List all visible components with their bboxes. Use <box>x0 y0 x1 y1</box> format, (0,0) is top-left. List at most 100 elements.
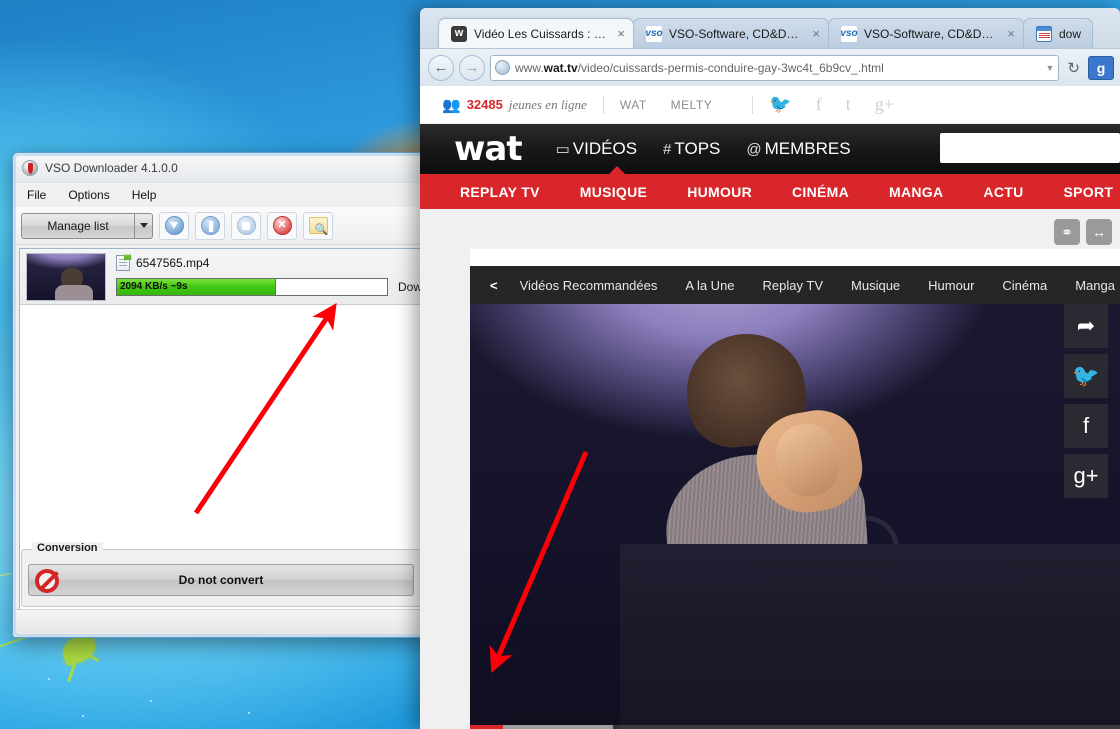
chevron-down-icon[interactable] <box>134 213 152 238</box>
vso-toolbar[interactable]: Manage list <box>13 207 429 245</box>
category-actu[interactable]: ACTU <box>983 184 1023 200</box>
stop-square-icon <box>236 216 256 235</box>
player-nav-musique[interactable]: Musique <box>851 278 900 293</box>
wat-main-nav[interactable]: wat ▭ VIDÉOS # TOPS @ MEMBRES <box>420 124 1120 175</box>
category-cinema[interactable]: CINÉMA <box>792 184 849 200</box>
download-button[interactable] <box>159 211 189 240</box>
address-bar[interactable]: www.wat.tv/video/cuissards-permis-condui… <box>490 54 1060 81</box>
share-icon[interactable]: ➦ <box>1064 304 1108 348</box>
nav-videos[interactable]: ▭ VIDÉOS <box>556 139 637 159</box>
vso-statusbar <box>13 609 429 637</box>
browser-toolbar[interactable]: ← → www.wat.tv/video/cuissards-permis-co… <box>420 48 1120 86</box>
player-category-nav[interactable]: < Vidéos Recommandées A la Une Replay TV… <box>470 266 1120 304</box>
divider <box>602 95 604 114</box>
thumbnail-body <box>55 285 93 300</box>
topbar-link-melty[interactable]: MELTY <box>671 98 713 112</box>
conversion-panel: Conversion Do not convert <box>21 542 421 607</box>
search-input[interactable] <box>940 133 1120 163</box>
download-progress-row: 2094 KB/s ~9s Download <box>116 278 429 296</box>
browser-tab[interactable]: vso VSO-Software, CD&DVD b... × <box>633 18 829 48</box>
no-entry-icon <box>35 569 59 593</box>
player-nav-humour[interactable]: Humour <box>928 278 974 293</box>
stop-button[interactable] <box>231 211 261 240</box>
browser-tabstrip[interactable]: w Vidéo Les Cuissards : Le pe... × vso V… <box>420 14 1120 48</box>
category-sport[interactable]: SPORT <box>1064 184 1114 200</box>
googleplus-icon[interactable]: g+ <box>1064 454 1108 498</box>
category-manga[interactable]: MANGA <box>889 184 943 200</box>
nav-membres-label: MEMBRES <box>764 139 851 158</box>
player-nav-recommandees[interactable]: Vidéos Recommandées <box>520 278 658 293</box>
browser-tab-active[interactable]: w Vidéo Les Cuissards : Le pe... × <box>438 18 634 48</box>
manage-list-label: Manage list <box>47 218 109 233</box>
category-musique[interactable]: MUSIQUE <box>580 184 647 200</box>
desktop-sparkle <box>82 715 84 717</box>
topbar-link-wat[interactable]: WAT <box>620 98 647 112</box>
video-player[interactable]: < Vidéos Recommandées A la Une Replay TV… <box>470 266 1120 729</box>
wat-page: 👥 32485 jeunes en ligne WAT MELTY 🐦 f t … <box>420 86 1120 729</box>
wat-category-nav[interactable]: REPLAY TV MUSIQUE HUMOUR CINÉMA MANGA AC… <box>420 174 1120 209</box>
tab-title: VSO-Software, CD&DVD b... <box>669 26 805 41</box>
twitter-icon[interactable]: 🐦 <box>1064 354 1108 398</box>
url-text: www.wat.tv/video/cuissards-permis-condui… <box>515 60 884 75</box>
download-favicon <box>1036 25 1052 42</box>
vso-window-title: VSO Downloader 4.1.0.0 <box>45 160 178 175</box>
browser-window[interactable]: w Vidéo Les Cuissards : Le pe... × vso V… <box>420 8 1120 729</box>
google-button[interactable]: g <box>1088 55 1114 80</box>
conversion-legend: Conversion <box>32 542 103 554</box>
vso-downloader-window[interactable]: VSO Downloader 4.1.0.0 File Options Help… <box>12 152 430 638</box>
vso-titlebar[interactable]: VSO Downloader 4.1.0.0 <box>13 153 429 183</box>
online-count: 32485 <box>466 97 503 112</box>
menu-item-help[interactable]: Help <box>132 188 157 202</box>
vso-flame-icon <box>22 159 38 176</box>
facebook-icon[interactable]: f <box>816 94 822 115</box>
video-stage[interactable]: ➦ 🐦 f g+ ▐▌ 00:03 / 04:52 <box>470 304 1120 729</box>
googleplus-icon[interactable]: g+ <box>875 94 894 115</box>
video-foreground <box>620 544 1120 729</box>
reload-icon[interactable]: ↻ <box>1064 59 1083 77</box>
manage-list-button[interactable]: Manage list <box>21 212 153 239</box>
nav-membres[interactable]: @ MEMBRES <box>746 139 850 159</box>
close-icon[interactable]: × <box>1007 26 1015 41</box>
browser-tab[interactable]: vso VSO-Software, CD&DVD b... × <box>828 18 1024 48</box>
wat-logo[interactable]: wat <box>454 132 523 166</box>
delete-button[interactable] <box>267 211 297 240</box>
magnifier-folder-icon <box>308 217 328 236</box>
vso-menubar[interactable]: File Options Help <box>13 183 429 207</box>
pause-button[interactable] <box>195 211 225 240</box>
close-icon[interactable]: × <box>812 26 820 41</box>
wat-topbar: 👥 32485 jeunes en ligne WAT MELTY 🐦 f t … <box>420 86 1120 124</box>
browser-tab[interactable]: dow <box>1023 18 1093 48</box>
player-nav-manga[interactable]: Manga <box>1075 278 1115 293</box>
search-button[interactable] <box>303 211 333 240</box>
download-list-item[interactable]: 6547565.mp4 2094 KB/s ~9s Download <box>20 249 429 305</box>
close-icon[interactable]: × <box>617 26 625 41</box>
seek-bar[interactable] <box>470 725 1120 729</box>
menu-item-file[interactable]: File <box>27 188 46 202</box>
lightbulb-icon[interactable]: ⚭ <box>1054 219 1080 245</box>
do-not-convert-label: Do not convert <box>178 573 264 587</box>
online-count-label: jeunes en ligne <box>508 96 587 112</box>
player-tools[interactable]: ⚭ ↔ <box>1054 219 1112 245</box>
player-social-buttons[interactable]: ➦ 🐦 f g+ <box>1064 304 1108 498</box>
resize-arrows-icon[interactable]: ↔ <box>1086 219 1112 245</box>
player-nav-replay-tv[interactable]: Replay TV <box>763 278 823 293</box>
delete-x-icon <box>272 216 292 235</box>
nav-tops[interactable]: # TOPS <box>663 139 720 159</box>
player-nav-a-la-une[interactable]: A la Une <box>685 278 734 293</box>
tumblr-icon[interactable]: t <box>846 94 851 115</box>
video-file-edit-icon <box>116 255 130 271</box>
twitter-icon[interactable]: 🐦 <box>769 94 791 115</box>
category-replay-tv[interactable]: REPLAY TV <box>460 184 540 200</box>
back-arrow-icon[interactable]: ← <box>428 54 454 81</box>
category-humour[interactable]: HUMOUR <box>687 184 752 200</box>
people-icon: 👥 <box>442 96 461 114</box>
do-not-convert-button[interactable]: Do not convert <box>28 564 414 596</box>
facebook-icon[interactable]: f <box>1064 404 1108 448</box>
menu-item-options[interactable]: Options <box>68 188 109 202</box>
player-nav-cinema[interactable]: Cinéma <box>1002 278 1047 293</box>
download-arrow-icon <box>164 216 184 235</box>
chevron-down-icon[interactable]: ▼ <box>1046 63 1055 73</box>
player-nav-prev[interactable]: < <box>482 278 506 293</box>
forward-arrow-icon[interactable]: → <box>459 54 485 81</box>
download-progress-bar: 2094 KB/s ~9s <box>116 278 388 296</box>
